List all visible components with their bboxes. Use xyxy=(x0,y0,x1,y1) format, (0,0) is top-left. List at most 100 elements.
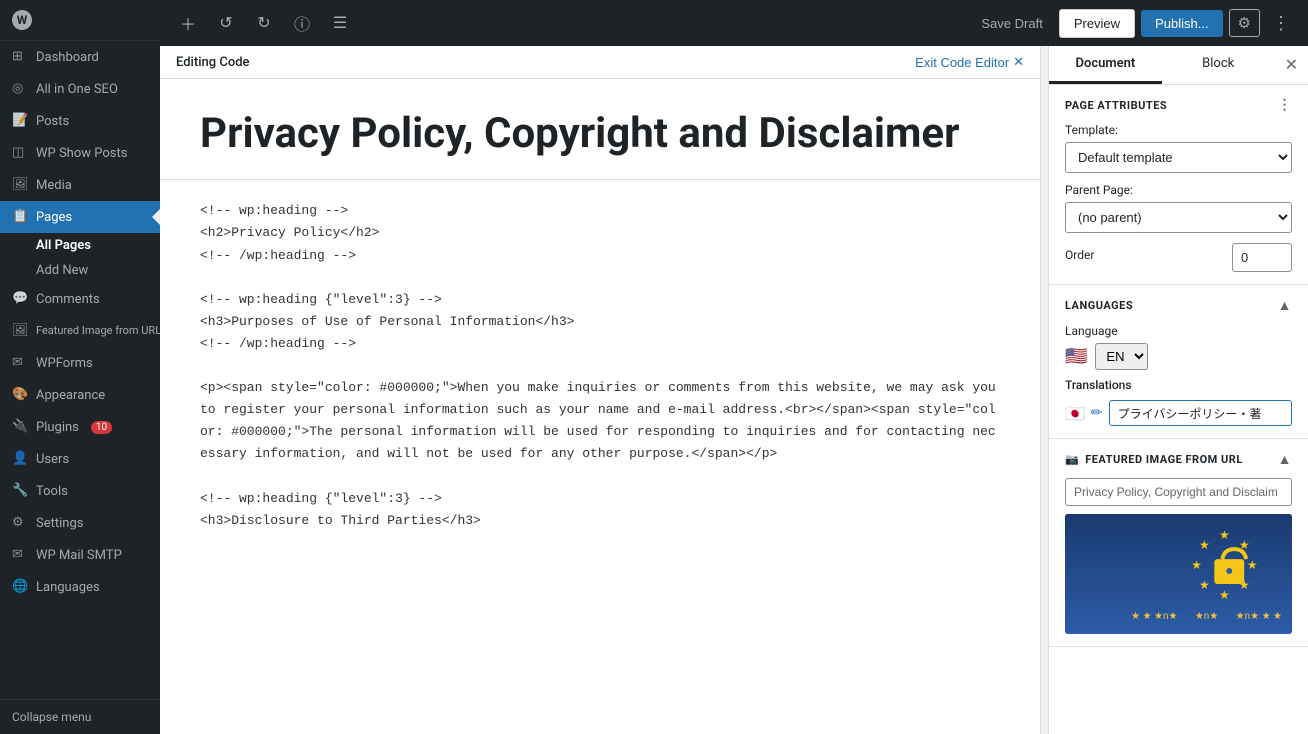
featured-image-url-input[interactable] xyxy=(1065,478,1292,506)
sidebar-item-label: Appearance xyxy=(36,388,105,403)
exit-code-editor-button[interactable]: Exit Code Editor ✕ xyxy=(915,54,1024,70)
sidebar-item-label: All in One SEO xyxy=(36,82,118,97)
languages-header: Languages ▲ xyxy=(1065,297,1292,314)
sidebar-item-appearance[interactable]: 🎨 Appearance xyxy=(0,379,160,411)
code-editor-bar: Editing Code Exit Code Editor ✕ xyxy=(160,46,1040,79)
order-input[interactable] xyxy=(1232,243,1292,272)
sidebar-item-label: Plugins xyxy=(36,420,79,435)
scrollbar-track[interactable] xyxy=(1040,46,1048,734)
sidebar-item-wp-mail-smtp[interactable]: ✉ WP Mail SMTP xyxy=(0,539,160,571)
featured-image-header: 📷 Featured Image from URL ▲ xyxy=(1065,451,1292,468)
editor-body: Editing Code Exit Code Editor ✕ Privacy … xyxy=(160,46,1308,734)
svg-text:★: ★ xyxy=(1199,538,1210,552)
main-content: ＋ ↺ ↻ ⓘ ☰ Save Draft Preview Publish... … xyxy=(160,0,1308,734)
list-view-button[interactable]: ☰ xyxy=(324,7,356,39)
code-content-area[interactable]: Privacy Policy, Copyright and Disclaimer… xyxy=(160,79,1040,734)
sidebar-item-label: Featured Image from URL xyxy=(36,324,160,338)
block-info-button[interactable]: ⓘ xyxy=(286,7,318,39)
appearance-icon: 🎨 xyxy=(12,387,28,403)
parent-page-select[interactable]: (no parent) xyxy=(1065,202,1292,233)
sidebar-logo: W xyxy=(0,0,160,41)
page-title: Privacy Policy, Copyright and Disclaimer xyxy=(200,109,1000,159)
sidebar-item-settings[interactable]: ⚙ Settings xyxy=(0,507,160,539)
featured-image-chevron[interactable]: ▲ xyxy=(1278,451,1292,468)
sidebar-item-label: WP Show Posts xyxy=(36,146,127,161)
dashboard-icon: ⊞ xyxy=(12,49,28,65)
page-attributes-section: Page Attributes ⋮ Template: Default temp… xyxy=(1049,85,1308,285)
sidebar-item-label: Comments xyxy=(36,292,100,307)
svg-text:★: ★ xyxy=(1219,528,1230,542)
translation-input[interactable] xyxy=(1109,400,1292,426)
sidebar-sub-add-new[interactable]: Add New xyxy=(0,258,160,283)
sidebar-active-arrow xyxy=(152,209,160,225)
seo-icon: ◎ xyxy=(12,81,28,97)
users-icon: 👤 xyxy=(12,451,28,467)
wpforms-icon: ✉ xyxy=(12,355,28,371)
posts-icon: 📝 xyxy=(12,113,28,129)
sidebar-item-label: Tools xyxy=(36,484,68,499)
featured-image-section: 📷 Featured Image from URL ▲ xyxy=(1049,439,1308,647)
code-editor-textarea[interactable]: <!-- wp:heading --> <h2>Privacy Policy</… xyxy=(160,180,1040,551)
sidebar-item-all-in-one-seo[interactable]: ◎ All in One SEO xyxy=(0,73,160,105)
settings-gear-button[interactable]: ⚙ xyxy=(1229,9,1260,37)
editor-toolbar: ＋ ↺ ↻ ⓘ ☰ Save Draft Preview Publish... … xyxy=(160,0,1308,46)
sidebar-item-wpforms[interactable]: ✉ WPForms xyxy=(0,347,160,379)
plugins-badge: 10 xyxy=(91,421,112,434)
undo-button[interactable]: ↺ xyxy=(210,7,242,39)
pages-icon: 📋 xyxy=(12,209,28,225)
languages-label: Languages xyxy=(1065,299,1133,312)
sidebar-item-label: Media xyxy=(36,178,72,193)
tab-block[interactable]: Block xyxy=(1162,46,1275,84)
sidebar-item-label: Pages xyxy=(36,210,72,225)
collapse-menu-button[interactable]: Collapse menu xyxy=(0,699,160,734)
languages-section: Languages ▲ Language 🇺🇸 EN Translations … xyxy=(1049,285,1308,439)
sidebar-item-media[interactable]: 🖼 Media xyxy=(0,169,160,201)
featured-image-inner: ★ ★ ★ ★ ★ ★ ★ ★ xyxy=(1065,514,1292,634)
sidebar-item-languages[interactable]: 🌐 Languages xyxy=(0,571,160,603)
tools-icon: 🔧 xyxy=(12,483,28,499)
languages-icon: 🌐 xyxy=(12,579,28,595)
preview-button[interactable]: Preview xyxy=(1059,9,1135,38)
mail-smtp-icon: ✉ xyxy=(12,547,28,563)
more-options-button[interactable]: ⋮ xyxy=(1266,9,1296,38)
publish-button[interactable]: Publish... xyxy=(1141,10,1222,37)
jp-flag-icon: 🇯🇵 xyxy=(1065,404,1085,423)
sidebar-item-label: Users xyxy=(36,452,69,467)
sidebar: W ⊞ Dashboard ◎ All in One SEO 📝 Posts ◫… xyxy=(0,0,160,734)
panel-close-button[interactable]: ✕ xyxy=(1275,46,1308,84)
settings-icon: ⚙ xyxy=(12,515,28,531)
translations-row: 🇯🇵 ✏ xyxy=(1065,400,1292,426)
redo-button[interactable]: ↻ xyxy=(248,7,280,39)
sidebar-item-label: WP Mail SMTP xyxy=(36,548,122,563)
sidebar-item-wp-show-posts[interactable]: ◫ WP Show Posts xyxy=(0,137,160,169)
svg-text:★: ★ xyxy=(1219,588,1230,602)
parent-page-label: Parent Page: xyxy=(1065,183,1292,197)
sidebar-item-plugins[interactable]: 🔌 Plugins 10 xyxy=(0,411,160,443)
sidebar-item-pages[interactable]: 📋 Pages xyxy=(0,201,160,233)
translation-edit-icon[interactable]: ✏ xyxy=(1091,405,1103,421)
sidebar-item-comments[interactable]: 💬 Comments xyxy=(0,283,160,315)
featured-image-camera-icon: 📷 xyxy=(1065,453,1079,466)
sidebar-sub-all-pages[interactable]: All Pages xyxy=(0,233,160,258)
sidebar-item-users[interactable]: 👤 Users xyxy=(0,443,160,475)
right-panel: Document Block ✕ Page Attributes ⋮ Templ… xyxy=(1048,46,1308,734)
sidebar-item-featured-image-from-url[interactable]: 🖼 Featured Image from URL xyxy=(0,315,160,347)
page-attributes-header: Page Attributes ⋮ xyxy=(1065,97,1292,113)
save-draft-button[interactable]: Save Draft xyxy=(971,10,1052,37)
sidebar-item-dashboard[interactable]: ⊞ Dashboard xyxy=(0,41,160,73)
sidebar-item-posts[interactable]: 📝 Posts xyxy=(0,105,160,137)
tab-document[interactable]: Document xyxy=(1049,46,1162,84)
plugins-icon: 🔌 xyxy=(12,419,28,435)
featured-image-preview: ★ ★ ★ ★ ★ ★ ★ ★ xyxy=(1065,514,1292,634)
page-attributes-label: Page Attributes xyxy=(1065,99,1167,112)
panel-tabs: Document Block ✕ xyxy=(1049,46,1308,85)
page-attributes-chevron[interactable]: ⋮ xyxy=(1278,97,1293,113)
wordpress-logo: W xyxy=(12,10,32,30)
translations-label: Translations xyxy=(1065,378,1292,392)
languages-chevron[interactable]: ▲ xyxy=(1278,297,1292,314)
sidebar-item-tools[interactable]: 🔧 Tools xyxy=(0,475,160,507)
add-block-button[interactable]: ＋ xyxy=(172,7,204,39)
language-select[interactable]: EN xyxy=(1095,343,1148,370)
wp-show-posts-icon: ◫ xyxy=(12,145,28,161)
template-select[interactable]: Default template xyxy=(1065,142,1292,173)
